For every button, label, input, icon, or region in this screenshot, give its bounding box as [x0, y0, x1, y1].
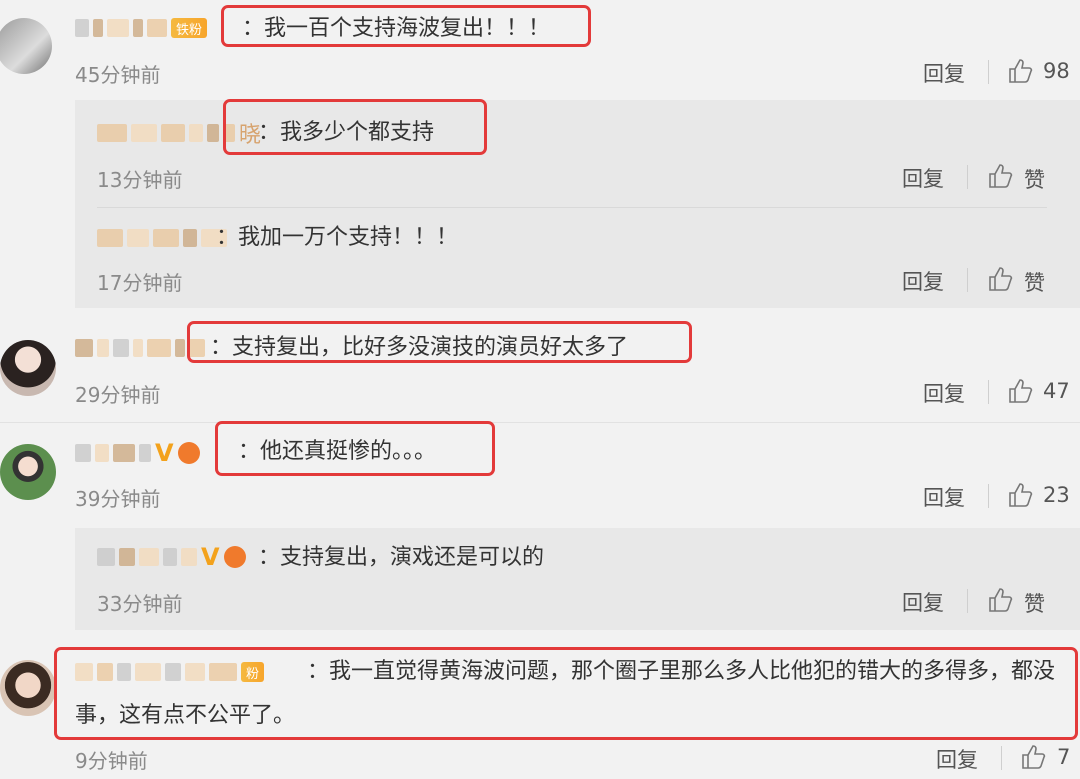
thumbs-up-icon[interactable] [1007, 378, 1033, 404]
action-separator [1001, 746, 1002, 770]
username-blurred[interactable]: V [97, 543, 246, 571]
avatar[interactable] [0, 660, 56, 716]
reply-divider [97, 207, 1047, 208]
comment-time: 45分钟前 [75, 63, 161, 87]
reply-time: 13分钟前 [97, 168, 183, 192]
reply-button[interactable]: 回复 [902, 587, 944, 617]
comment-time: 29分钟前 [75, 383, 161, 407]
highlight-box [223, 99, 487, 155]
like-label[interactable]: 赞 [1024, 267, 1045, 297]
reply-button[interactable]: 回复 [936, 744, 978, 774]
avatar[interactable] [0, 18, 52, 74]
reply-button[interactable]: 回复 [923, 482, 965, 512]
vip-heart-icon [177, 442, 200, 464]
like-count[interactable]: 47 [1043, 379, 1070, 403]
thumbs-up-icon[interactable] [987, 163, 1013, 189]
like-label[interactable]: 赞 [1024, 588, 1045, 618]
like-count[interactable]: 7 [1057, 745, 1070, 769]
comment-time: 39分钟前 [75, 487, 161, 511]
reply-button[interactable]: 回复 [923, 58, 965, 88]
reply-text: ：支持复出，演戏还是可以的 [258, 545, 545, 570]
highlight-box [187, 321, 692, 363]
avatar[interactable] [0, 340, 56, 396]
action-separator [988, 380, 989, 404]
like-label[interactable]: 赞 [1024, 164, 1045, 194]
thumbs-up-icon[interactable] [1020, 744, 1046, 770]
username-blurred[interactable]: V [75, 439, 200, 467]
username-blurred[interactable] [75, 335, 205, 361]
action-separator [967, 268, 968, 292]
action-separator [967, 589, 968, 613]
highlight-box [221, 5, 591, 47]
thumbs-up-icon[interactable] [987, 266, 1013, 292]
reply-time: 17分钟前 [97, 271, 183, 295]
thumbs-up-icon[interactable] [1007, 482, 1033, 508]
highlight-box [215, 421, 495, 476]
reply-button[interactable]: 回复 [902, 266, 944, 296]
comment-time: 9分钟前 [75, 749, 148, 773]
action-separator [988, 60, 989, 84]
reply-button[interactable]: 回复 [902, 163, 944, 193]
action-separator [967, 165, 968, 189]
thumbs-up-icon[interactable] [987, 587, 1013, 613]
vip-badge: V [201, 543, 220, 571]
thumbs-up-icon[interactable] [1007, 58, 1033, 84]
reply-button[interactable]: 回复 [923, 378, 965, 408]
action-separator [988, 484, 989, 508]
fan-badge: 铁粉 [171, 18, 208, 38]
highlight-box [54, 647, 1078, 740]
comment-divider [0, 422, 1080, 423]
like-count[interactable]: 98 [1043, 59, 1070, 83]
reply-text: ：我加一万个支持！！！ [216, 225, 459, 250]
username-blurred[interactable] [97, 225, 227, 251]
vip-badge: V [155, 439, 174, 467]
reply-time: 33分钟前 [97, 592, 183, 616]
like-count[interactable]: 23 [1043, 483, 1070, 507]
username-blurred[interactable]: 铁粉 [75, 15, 208, 41]
avatar[interactable] [0, 444, 56, 500]
vip-heart-icon [223, 546, 246, 568]
